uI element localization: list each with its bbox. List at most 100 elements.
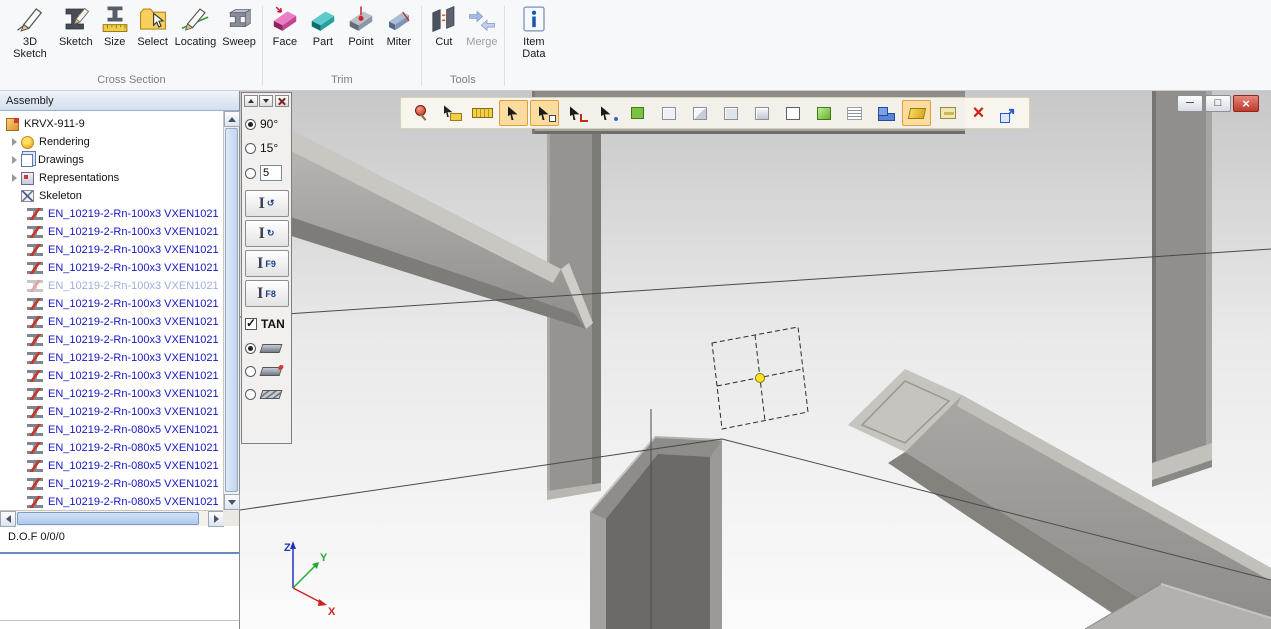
tree-item-part[interactable]: EN_10219-2-Rn-100x3 VXEN1021	[0, 259, 223, 277]
tree-item-part[interactable]: EN_10219-2-Rn-080x5 VXEN1021	[0, 475, 223, 493]
rendered-view-icon[interactable]	[809, 100, 838, 126]
tree-item-part[interactable]: EN_10219-2-Rn-100x3 VXEN1021	[0, 313, 223, 331]
tree-node-representations[interactable]: Representations	[0, 169, 223, 187]
expand-caret-icon[interactable]	[12, 138, 17, 146]
scroll-down-button[interactable]	[224, 494, 240, 510]
tree-item-part[interactable]: EN_10219-2-Rn-100x3 VXEN1021	[0, 403, 223, 421]
maximize-button[interactable]: □	[1205, 95, 1231, 112]
perspective-view-icon[interactable]	[778, 100, 807, 126]
assembly-panel-header[interactable]: Assembly	[0, 91, 239, 111]
cursor-select-icon[interactable]	[499, 100, 528, 126]
flip-f9-button[interactable]: F9	[245, 250, 289, 277]
vertical-scrollbar-thumb[interactable]	[225, 128, 238, 492]
scroll-up-button[interactable]	[224, 111, 240, 127]
size-button[interactable]: Size	[96, 2, 134, 72]
beam-mode-radio[interactable]	[245, 343, 256, 354]
mode-solid-radio[interactable]	[245, 343, 288, 354]
expand-caret-icon[interactable]	[12, 156, 17, 164]
minimize-button[interactable]: ─	[1177, 95, 1203, 112]
sketch-point[interactable]	[756, 374, 765, 383]
shaded-edges-view-icon[interactable]	[747, 100, 776, 126]
arrow-up-icon	[228, 117, 236, 122]
tangent-option[interactable]: TAN	[245, 317, 288, 331]
list-icon[interactable]	[840, 100, 869, 126]
surface-icon[interactable]	[902, 100, 931, 126]
close-button[interactable]: ×	[1233, 95, 1259, 112]
angle-step-input[interactable]	[260, 165, 282, 181]
face-button[interactable]: Face	[266, 2, 304, 72]
miter-button[interactable]: Miter	[380, 2, 418, 72]
flip-f8-button[interactable]: F8	[245, 280, 289, 307]
tree-item-part[interactable]: EN_10219-2-Rn-080x5 VXEN1021	[0, 439, 223, 457]
tree-item-part[interactable]: EN_10219-2-Rn-100x3 VXEN1021	[0, 277, 223, 295]
sheets-icon[interactable]	[933, 100, 962, 126]
tangent-checkbox[interactable]	[245, 318, 257, 330]
panel-up-button[interactable]	[244, 95, 258, 107]
face-select-icon[interactable]	[623, 100, 652, 126]
angle-15-radio[interactable]	[245, 143, 256, 154]
horizontal-scrollbar-thumb[interactable]	[17, 512, 199, 525]
angle-custom-radio[interactable]	[245, 168, 256, 179]
sweep-button[interactable]: Sweep	[219, 2, 259, 72]
sketch-button[interactable]: Sketch	[56, 2, 96, 72]
tree-node-skeleton[interactable]: Skeleton	[0, 187, 223, 205]
angle-90-option[interactable]: 90°	[245, 117, 288, 131]
point-button[interactable]: Point	[342, 2, 380, 72]
tree-item-part[interactable]: EN_10219-2-Rn-100x3 VXEN1021	[0, 241, 223, 259]
ruler-icon[interactable]	[468, 100, 497, 126]
delete-icon[interactable]	[964, 100, 993, 126]
cursor-point-icon[interactable]	[592, 100, 621, 126]
tree-item-part[interactable]: EN_10219-2-Rn-080x5 VXEN1021	[0, 493, 223, 510]
angle-90-radio[interactable]	[245, 119, 256, 130]
part-icon	[27, 406, 43, 418]
panel-down-button[interactable]	[259, 95, 273, 107]
tree-item-part[interactable]: EN_10219-2-Rn-080x5 VXEN1021	[0, 457, 223, 475]
tree-item-part[interactable]: EN_10219-2-Rn-100x3 VXEN1021	[0, 349, 223, 367]
pick-measure-icon[interactable]	[437, 100, 466, 126]
angle-15-option[interactable]: 15°	[245, 141, 288, 155]
button-mark: F8	[265, 289, 276, 299]
tree-item-part[interactable]: EN_10219-2-Rn-080x5 VXEN1021	[0, 421, 223, 439]
mode-reference-radio[interactable]	[245, 366, 288, 377]
cursor-snap-icon[interactable]	[530, 100, 559, 126]
scroll-right-button[interactable]	[208, 511, 224, 527]
rotate-ccw-button[interactable]: ↺	[245, 190, 289, 217]
tree-node-rendering[interactable]: Rendering	[0, 133, 223, 151]
hidden-line-view-icon[interactable]	[685, 100, 714, 126]
open-view-icon[interactable]	[995, 100, 1024, 126]
ibeam-icon	[259, 196, 265, 212]
3d-sketch-button[interactable]: 3D Sketch	[4, 2, 56, 72]
expand-caret-icon[interactable]	[12, 174, 17, 182]
tree-item-part[interactable]: EN_10219-2-Rn-100x3 VXEN1021	[0, 295, 223, 313]
locating-button[interactable]: Locating	[172, 2, 220, 72]
scroll-left-button[interactable]	[0, 511, 16, 527]
cursor-corner-icon[interactable]	[561, 100, 590, 126]
pin-icon[interactable]	[406, 100, 435, 126]
beam-mode-radio[interactable]	[245, 366, 256, 377]
3d-scene[interactable]: Z Y X	[240, 91, 1271, 629]
tree-item-part[interactable]: EN_10219-2-Rn-100x3 VXEN1021	[0, 205, 223, 223]
tree-node-drawings[interactable]: Drawings	[0, 151, 223, 169]
beam-mode-radio[interactable]	[245, 389, 256, 400]
wireframe-view-icon[interactable]	[654, 100, 683, 126]
steps-icon[interactable]	[871, 100, 900, 126]
rotate-cw-button[interactable]: ↻	[245, 220, 289, 247]
select-button[interactable]: Select	[134, 2, 172, 72]
horizontal-scrollbar[interactable]	[0, 510, 224, 526]
tree-item-part[interactable]: EN_10219-2-Rn-100x3 VXEN1021	[0, 223, 223, 241]
item-data-button[interactable]: Item Data	[508, 2, 560, 73]
vertical-scrollbar[interactable]	[223, 111, 239, 510]
merge-button[interactable]: Merge	[463, 2, 501, 72]
tree-item-part[interactable]: EN_10219-2-Rn-100x3 VXEN1021	[0, 331, 223, 349]
button-label: Sketch	[59, 36, 93, 48]
tree-item-part[interactable]: EN_10219-2-Rn-100x3 VXEN1021	[0, 367, 223, 385]
part-button[interactable]: Part	[304, 2, 342, 72]
beam-right-column[interactable]	[1152, 91, 1212, 487]
angle-custom-option[interactable]	[245, 165, 288, 181]
panel-close-button[interactable]	[275, 95, 289, 107]
tree-root[interactable]: KRVX-911-9	[0, 115, 223, 133]
cut-button[interactable]: Cut	[425, 2, 463, 72]
mode-hatch-radio[interactable]	[245, 389, 288, 400]
tree-item-part[interactable]: EN_10219-2-Rn-100x3 VXEN1021	[0, 385, 223, 403]
shaded-view-icon[interactable]	[716, 100, 745, 126]
